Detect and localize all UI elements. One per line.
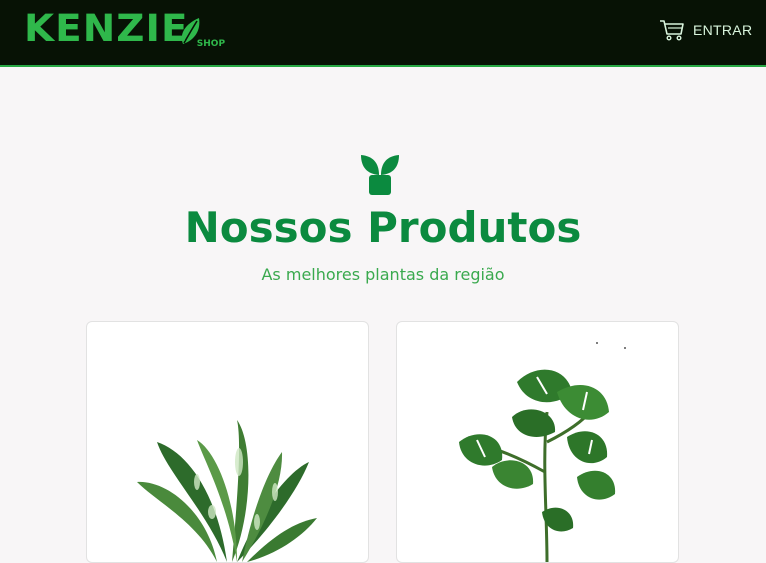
aglaonema-plant-image xyxy=(137,420,317,562)
logo-subtitle: SHOP xyxy=(196,39,226,49)
brand-logo[interactable]: KENZIE SHOP xyxy=(24,7,226,50)
logo-text: KENZIE xyxy=(24,7,189,50)
login-button[interactable]: ENTRAR xyxy=(659,19,752,41)
login-label: ENTRAR xyxy=(693,22,753,38)
page-title: Nossos Produtos xyxy=(184,203,582,252)
top-navbar: KENZIE SHOP ENTRAR xyxy=(0,0,766,67)
potted-plant-icon xyxy=(361,155,399,195)
shopping-cart-icon xyxy=(660,20,684,41)
product-card[interactable] xyxy=(396,321,679,563)
monstera-plant-image xyxy=(459,342,626,562)
page-subtitle: As melhores plantas da região xyxy=(261,265,505,284)
product-card[interactable] xyxy=(86,321,369,563)
